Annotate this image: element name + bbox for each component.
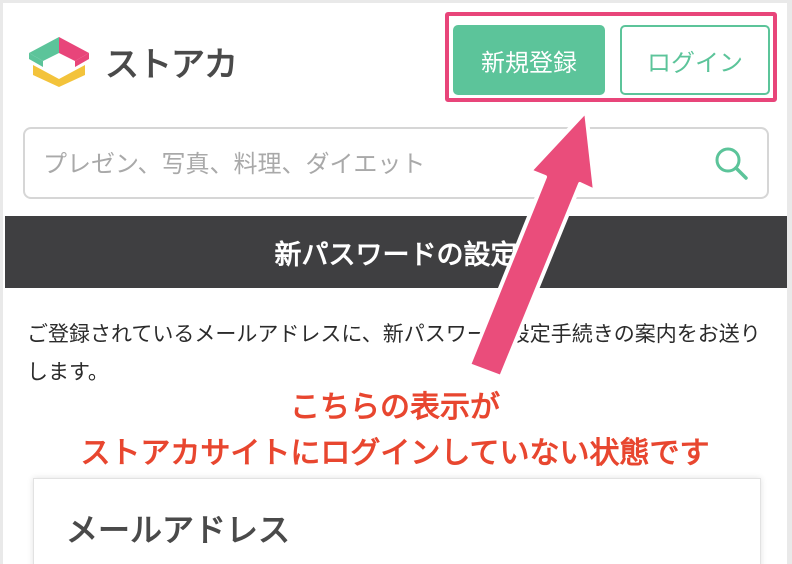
page-frame: ストアカ 新規登録 ログイン 新パスワードの設定 ご登録されているメールアドレス… bbox=[3, 3, 787, 564]
site-logo[interactable]: ストアカ bbox=[23, 35, 238, 87]
annotation-line-1: こちらの表示が bbox=[290, 390, 500, 425]
header: ストアカ 新規登録 ログイン bbox=[3, 3, 787, 113]
section-title: 新パスワードの設定 bbox=[274, 239, 518, 271]
search-icon[interactable] bbox=[713, 145, 749, 181]
section-title-bar: 新パスワードの設定 bbox=[5, 216, 787, 288]
register-button[interactable]: 新規登録 bbox=[453, 25, 605, 95]
description-text: ご登録されているメールアドレスに、新パスワード設定手続きの案内をお送りします。 bbox=[27, 322, 761, 384]
search-bar bbox=[23, 127, 769, 199]
logo-text: ストアカ bbox=[105, 44, 238, 85]
search-input[interactable] bbox=[41, 143, 685, 185]
annotation-line-2: ストアカサイトにログインしていない状態です bbox=[80, 436, 710, 471]
login-button[interactable]: ログイン bbox=[620, 25, 770, 95]
logo-icon bbox=[29, 37, 89, 87]
email-form-card: メールアドレス bbox=[33, 478, 761, 564]
email-label: メールアドレス bbox=[66, 511, 291, 549]
annotation-callout: こちらの表示が ストアカサイトにログインしていない状態です bbox=[3, 385, 787, 477]
